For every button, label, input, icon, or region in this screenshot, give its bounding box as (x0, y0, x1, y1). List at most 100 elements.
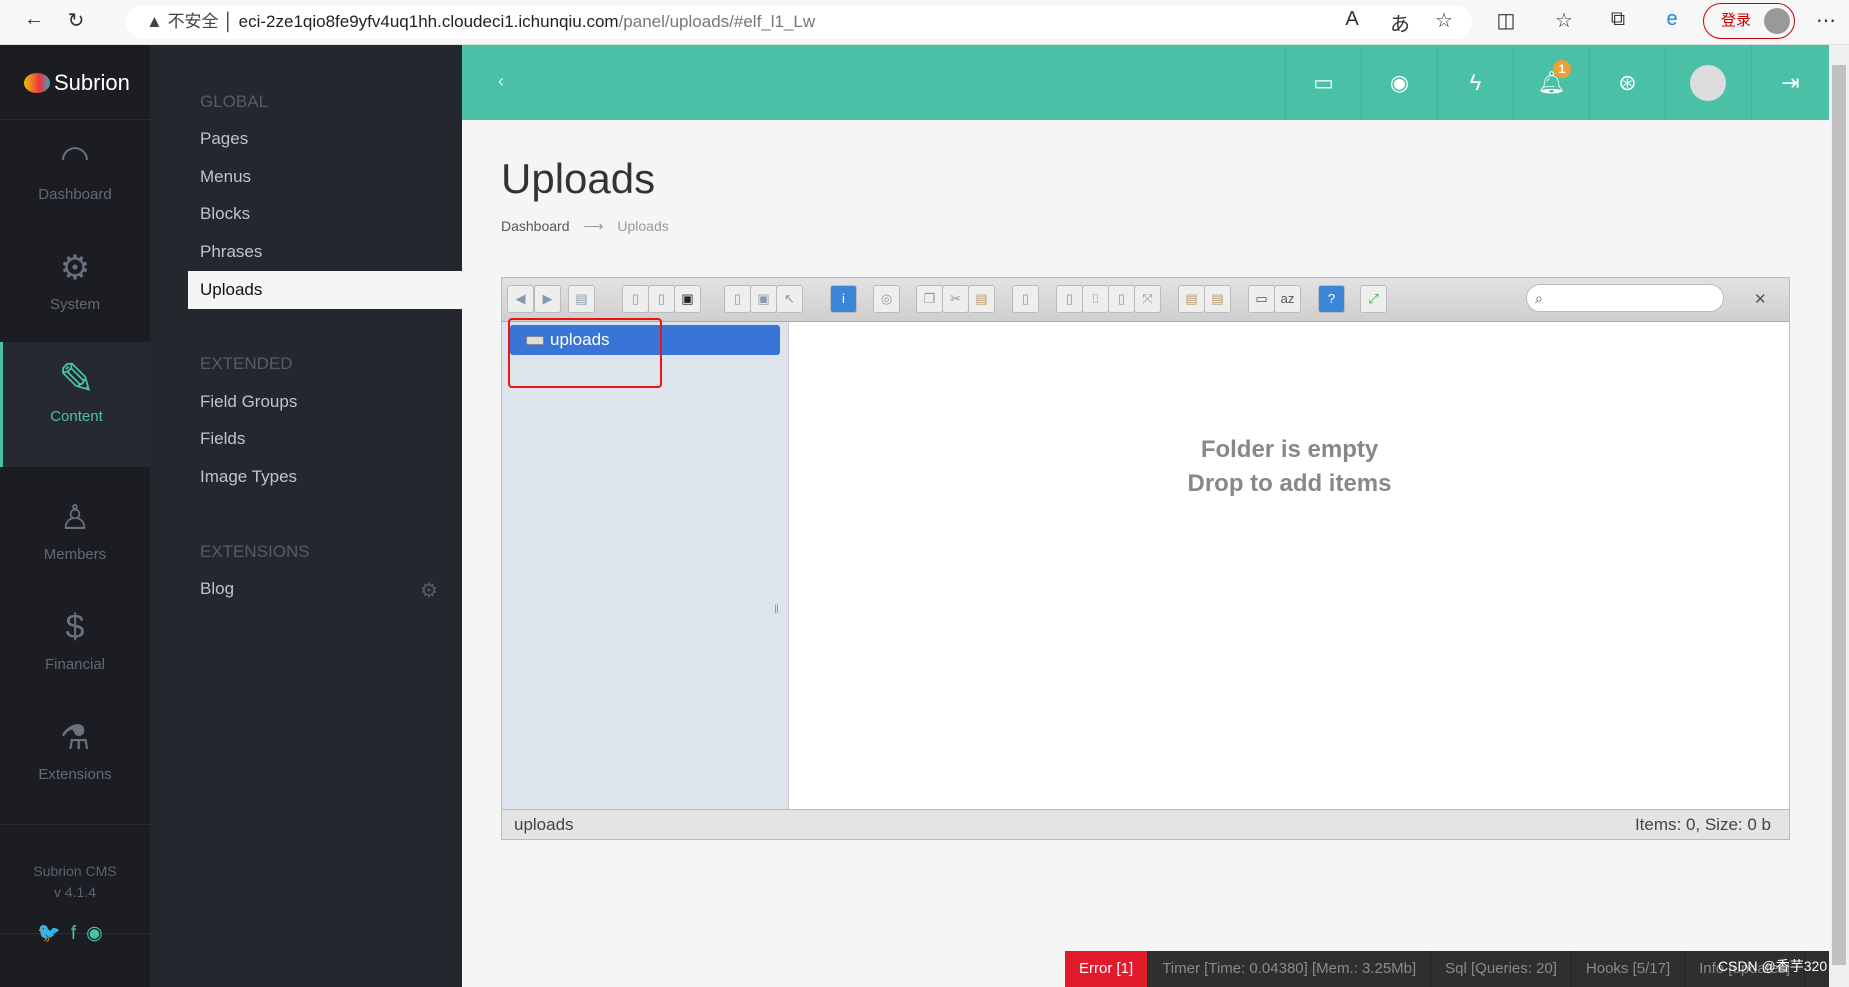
money-icon: $ (65, 608, 85, 646)
fullscreen-icon[interactable]: ⤢ (1360, 285, 1387, 313)
pencil-icon: ✎ (58, 355, 95, 404)
help-icon[interactable]: ? (1318, 285, 1345, 313)
bolt-icon[interactable]: ϟ (1437, 45, 1513, 120)
read-aloud-icon[interactable]: A (1338, 8, 1366, 31)
section-extended: EXTENDED (200, 354, 293, 373)
nav-dashboard[interactable]: ◠ Dashboard (0, 120, 150, 230)
open-icon[interactable]: ▯ (724, 285, 751, 313)
download-icon[interactable]: ▣ (750, 285, 777, 313)
folder-tree: uploads ‖ (502, 322, 789, 809)
submenu-blocks[interactable]: Blocks (200, 204, 250, 224)
submenu-blog[interactable]: Blog (200, 579, 234, 599)
breadcrumb-current: Uploads (617, 218, 669, 234)
main-nav: Subrion ◠ Dashboard ⚙ System ✎ Content ♙ Mem… (0, 45, 150, 987)
gear-icon: ⚙ (59, 249, 91, 287)
mkfile-icon[interactable]: ▯ (648, 285, 675, 313)
translate-icon[interactable]: あ (1386, 8, 1414, 37)
mkdir-icon[interactable]: ▯ (622, 285, 649, 313)
blog-settings-icon[interactable]: ⚙ (420, 578, 438, 603)
submenu-uploads[interactable]: Uploads (188, 271, 462, 309)
section-global: GLOBAL (200, 92, 269, 111)
top-header: ‹ ▭ ◉ ϟ 🔔︎ ⊛ ⇥ (462, 45, 1829, 120)
edit-file-icon[interactable]: ▯ (1108, 285, 1135, 313)
login-button[interactable]: 登录 (1703, 3, 1795, 39)
facebook-icon[interactable]: f (71, 923, 86, 944)
view-icon[interactable]: ▭ (1248, 285, 1275, 313)
debug-error[interactable]: Error [1] (1065, 951, 1149, 987)
debug-hooks[interactable]: Hooks [5/17] (1572, 951, 1686, 987)
collapse-chevron-icon[interactable]: ‹ (498, 71, 504, 92)
home-icon[interactable]: ▤ (568, 285, 595, 313)
notification-badge: 1 (1553, 60, 1571, 78)
debug-timer[interactable]: Timer [Time: 0.04380] [Mem.: 3.25Mb] (1148, 951, 1432, 987)
lifebuoy-icon[interactable]: ⊛ (1589, 45, 1665, 120)
submenu-menus[interactable]: Menus (200, 167, 251, 187)
file-manager: ◀ ▶ ▤ ▯ ▯ ▣ ▯ ▣ ↖ i ◎ ❐ ✂ ▤ ▯ ▯ ⌷ ▯ ⤧ ▤ … (501, 277, 1790, 840)
sort-icon[interactable]: az (1274, 285, 1301, 313)
url-host: eci-2ze1qio8fe9yfv4uq1hh.cloudeci1.ichun… (238, 12, 619, 31)
nav-system[interactable]: ⚙ System (0, 230, 150, 340)
twitter-icon[interactable]: 🐦 (37, 923, 71, 944)
collections-icon[interactable]: ⧉ (1604, 8, 1632, 31)
info-icon[interactable]: i (830, 285, 857, 313)
submenu-phrases[interactable]: Phrases (200, 242, 262, 262)
breadcrumb-dashboard[interactable]: Dashboard (501, 218, 570, 234)
favorite-add-icon[interactable]: ☆ (1430, 8, 1458, 33)
select-icon[interactable]: ↖ (776, 285, 803, 313)
submenu-pages[interactable]: Pages (200, 129, 248, 149)
favorites-icon[interactable]: ☆ (1550, 8, 1578, 33)
edit-icon[interactable]: ⌷ (1082, 285, 1109, 313)
nav-content[interactable]: ✎ Content (0, 342, 150, 467)
rename-icon[interactable]: ▯ (1056, 285, 1083, 313)
status-info: Items: 0, Size: 0 b (1634, 815, 1771, 834)
submenu-field-groups[interactable]: Field Groups (200, 392, 297, 412)
more-icon[interactable]: ⋯ (1812, 8, 1840, 33)
scrollbar-thumb[interactable] (1832, 65, 1846, 965)
nav-financial[interactable]: $ Financial (0, 590, 150, 700)
monitor-icon[interactable]: ▭ (1285, 45, 1361, 120)
avatar[interactable] (1690, 65, 1726, 101)
watermark: CSDN @香芋320 (1718, 958, 1828, 974)
debug-bar: Error [1] Timer [Time: 0.04380] [Mem.: 3.… (1065, 951, 1829, 987)
ie-mode-icon[interactable]: e (1658, 8, 1686, 31)
search-input[interactable]: ⌕ (1526, 284, 1724, 312)
empty-folder-message: Folder is empty Drop to add items (1187, 436, 1392, 497)
forward-icon[interactable]: ▶ (534, 285, 561, 313)
github-icon[interactable]: ◉ (86, 923, 113, 944)
submenu-fields[interactable]: Fields (200, 429, 245, 449)
page-scrollbar[interactable] (1829, 45, 1849, 987)
split-screen-icon[interactable]: ◫ (1492, 8, 1520, 33)
eye-icon[interactable]: ◉ (1361, 45, 1437, 120)
address-bar[interactable]: ▲ 不安全 │ eci-2ze1qio8fe9yfv4uq1hh.cloudec… (126, 5, 1472, 39)
cut-icon[interactable]: ✂ (942, 285, 969, 313)
nav-members[interactable]: ♙ Members (0, 480, 150, 590)
breadcrumb: Dashboard ⟶ Uploads (501, 218, 669, 234)
status-path: uploads (514, 815, 574, 834)
back-icon[interactable]: ◀ (507, 285, 534, 313)
preview-icon[interactable]: ◎ (873, 285, 900, 313)
submenu-image-types[interactable]: Image Types (200, 467, 297, 487)
subrion-logo-icon (24, 73, 50, 93)
reload-icon[interactable]: ↻ (62, 8, 90, 33)
archive-icon[interactable]: ▤ (1204, 285, 1231, 313)
version-info: Subrion CMS v 4.1.4 (0, 824, 150, 934)
resize-handle[interactable]: ‖ (774, 602, 779, 616)
user-icon: ♙ (59, 499, 91, 537)
back-icon[interactable]: ← (20, 8, 48, 31)
page-title: Uploads (501, 155, 656, 202)
logo[interactable]: Subrion (0, 45, 150, 120)
bell-icon[interactable]: 🔔︎ (1513, 45, 1589, 120)
browser-toolbar: ← ↻ ▲ 不安全 │ eci-2ze1qio8fe9yfv4uq1hh.clo… (0, 0, 1849, 45)
resize-icon[interactable]: ⤧ (1134, 285, 1161, 313)
close-icon[interactable]: ✕ (1754, 290, 1767, 308)
copy-icon[interactable]: ❐ (916, 285, 943, 313)
duplicate-icon[interactable]: ▯ (1012, 285, 1039, 313)
paste-icon[interactable]: ▤ (968, 285, 995, 313)
sub-nav: GLOBAL Pages Menus Blocks Phrases Upload… (150, 45, 462, 987)
section-extensions: EXTENSIONS (200, 542, 310, 561)
extract-icon[interactable]: ▤ (1178, 285, 1205, 313)
logout-icon[interactable]: ⇥ (1751, 45, 1829, 120)
upload-icon[interactable]: ▣ (674, 285, 701, 313)
debug-sql[interactable]: Sql [Queries: 20] (1431, 951, 1572, 987)
nav-extensions[interactable]: ⚗ Extensions (0, 700, 150, 810)
